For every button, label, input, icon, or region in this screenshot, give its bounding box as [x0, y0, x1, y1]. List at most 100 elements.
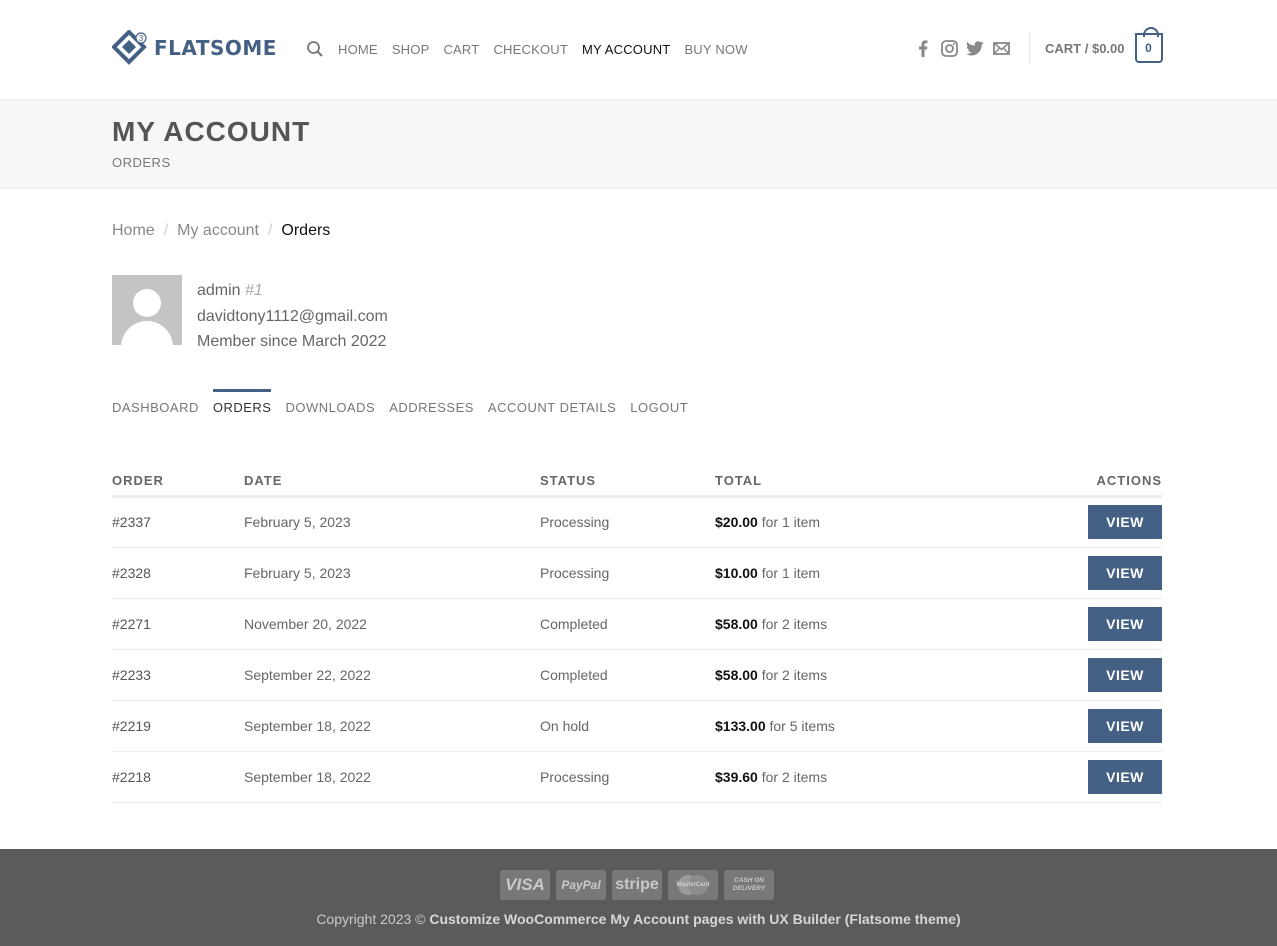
- nav-my-account[interactable]: MY ACCOUNT: [582, 42, 670, 57]
- order-amount: $58.00: [715, 615, 758, 632]
- logo-badge: 3: [139, 34, 144, 43]
- user-placeholder-icon: [121, 289, 173, 345]
- col-date: DATE: [244, 466, 540, 498]
- tab-logout[interactable]: LOGOUT: [630, 389, 688, 419]
- order-date: November 20, 2022: [244, 598, 540, 650]
- order-total: $20.00 for 1 item: [715, 496, 1015, 548]
- view-order-button[interactable]: VIEW: [1088, 657, 1162, 692]
- order-items: for 2 items: [761, 768, 828, 785]
- order-actions: VIEW: [1015, 751, 1162, 803]
- site-logo[interactable]: 3 FLATSOME: [112, 30, 277, 66]
- nav-home[interactable]: HOME: [338, 42, 378, 57]
- instagram-icon[interactable]: [940, 38, 958, 58]
- order-items: for 2 items: [761, 615, 828, 632]
- table-row: #2218 September 18, 2022 Processing $39.…: [112, 751, 1162, 803]
- table-row: #2271 November 20, 2022 Completed $58.00…: [112, 598, 1162, 650]
- site-header: 3 FLATSOME HOME SHOP CART CHECKOUT MY AC…: [0, 0, 1277, 99]
- copyright-prefix: Copyright 2023 ©: [316, 911, 426, 927]
- order-number-link[interactable]: #2337: [112, 496, 244, 548]
- breadcrumb-my-account[interactable]: My account: [177, 222, 259, 240]
- table-row: #2337 February 5, 2023 Processing $20.00…: [112, 496, 1162, 548]
- order-actions: VIEW: [1015, 598, 1162, 650]
- search-icon[interactable]: [306, 40, 324, 58]
- nav-cart[interactable]: CART: [443, 42, 479, 57]
- user-name-line: admin #1: [197, 278, 388, 304]
- col-order: ORDER: [112, 466, 244, 498]
- page-title: MY ACCOUNT: [112, 116, 311, 147]
- order-actions: VIEW: [1015, 700, 1162, 752]
- nav-shop[interactable]: SHOP: [392, 42, 430, 57]
- view-order-button[interactable]: VIEW: [1088, 505, 1162, 539]
- cart-label: CART / $0.00: [1045, 40, 1125, 56]
- breadcrumb-home[interactable]: Home: [112, 222, 155, 240]
- payment-icons: VISA PayPal stripe MasterCard CASH ON DE…: [500, 870, 780, 900]
- paypal-icon: PayPal: [556, 870, 606, 900]
- order-actions: VIEW: [1015, 649, 1162, 701]
- order-amount: $10.00: [715, 564, 758, 581]
- breadcrumb-separator: /: [267, 222, 273, 239]
- view-order-button[interactable]: VIEW: [1088, 759, 1162, 794]
- facebook-icon[interactable]: [914, 38, 932, 58]
- table-row: #2233 September 22, 2022 Completed $58.0…: [112, 649, 1162, 701]
- col-status: STATUS: [540, 466, 715, 498]
- order-date: September 18, 2022: [244, 700, 540, 752]
- cart-count: 0: [1145, 41, 1152, 55]
- view-order-button[interactable]: VIEW: [1088, 708, 1162, 743]
- tab-addresses[interactable]: ADDRESSES: [389, 389, 474, 419]
- flatsome-logo-icon: 3: [112, 30, 147, 65]
- order-items: for 2 items: [761, 666, 828, 683]
- user-id: #1: [245, 282, 263, 299]
- breadcrumb-current: Orders: [281, 222, 331, 239]
- order-items: for 5 items: [769, 717, 835, 734]
- tab-dashboard[interactable]: DASHBOARD: [112, 389, 199, 419]
- order-items: for 1 item: [761, 564, 821, 581]
- col-actions: ACTIONS: [1015, 466, 1162, 498]
- header-cart[interactable]: CART / $0.00 0: [1045, 27, 1163, 64]
- member-since: Member since March 2022: [197, 333, 387, 350]
- nav-checkout[interactable]: CHECKOUT: [493, 42, 568, 57]
- order-number-link[interactable]: #2328: [112, 547, 244, 599]
- user-name: admin: [197, 282, 241, 299]
- site-footer: VISA PayPal stripe MasterCard CASH ON DE…: [0, 849, 1277, 946]
- cash-on-delivery-icon: CASH ON DELIVERY: [724, 870, 774, 900]
- view-order-button[interactable]: VIEW: [1088, 555, 1162, 590]
- order-date: September 18, 2022: [244, 751, 540, 803]
- order-number-link[interactable]: #2219: [112, 700, 244, 752]
- view-order-button[interactable]: VIEW: [1088, 606, 1162, 641]
- order-actions: VIEW: [1015, 547, 1162, 599]
- cart-bag-icon[interactable]: 0: [1134, 27, 1163, 63]
- order-total: $133.00 for 5 items: [715, 700, 1015, 752]
- order-status: Completed: [540, 598, 715, 650]
- user-info: admin #1 davidtony1112@gmail.com Member …: [197, 278, 388, 355]
- account-tabs: DASHBOARD ORDERS DOWNLOADS ADDRESSES ACC…: [112, 389, 702, 419]
- visa-icon: VISA: [500, 870, 550, 900]
- order-amount: $133.00: [715, 717, 766, 734]
- order-number-link[interactable]: #2218: [112, 751, 244, 803]
- mastercard-icon: MasterCard: [668, 870, 718, 900]
- twitter-icon[interactable]: [966, 38, 984, 58]
- order-number-link[interactable]: #2271: [112, 598, 244, 650]
- header-divider: [1029, 34, 1030, 64]
- order-status: Processing: [540, 547, 715, 599]
- order-amount: $58.00: [715, 666, 758, 683]
- order-total: $39.60 for 2 items: [715, 751, 1015, 803]
- nav-buy-now[interactable]: BUY NOW: [684, 42, 747, 57]
- tab-orders[interactable]: ORDERS: [212, 389, 272, 419]
- order-number-link[interactable]: #2233: [112, 649, 244, 701]
- tab-account-details[interactable]: ACCOUNT DETAILS: [488, 389, 616, 419]
- copyright-link[interactable]: Customize WooCommerce My Account pages w…: [429, 911, 960, 927]
- table-row: #2328 February 5, 2023 Processing $10.00…: [112, 547, 1162, 599]
- stripe-icon: stripe: [612, 870, 662, 900]
- order-date: September 22, 2022: [244, 649, 540, 701]
- col-total: TOTAL: [715, 466, 1015, 498]
- user-email: davidtony1112@gmail.com: [197, 307, 388, 325]
- tab-downloads[interactable]: DOWNLOADS: [285, 389, 375, 419]
- breadcrumb-separator: /: [163, 222, 169, 239]
- email-icon[interactable]: [992, 38, 1010, 58]
- order-status: Processing: [540, 751, 715, 803]
- order-status: Processing: [540, 496, 715, 548]
- order-total: $10.00 for 1 item: [715, 547, 1015, 599]
- logo-text: FLATSOME: [154, 36, 277, 60]
- order-status: On hold: [540, 700, 715, 752]
- breadcrumb: Home / My account / Orders: [112, 222, 330, 240]
